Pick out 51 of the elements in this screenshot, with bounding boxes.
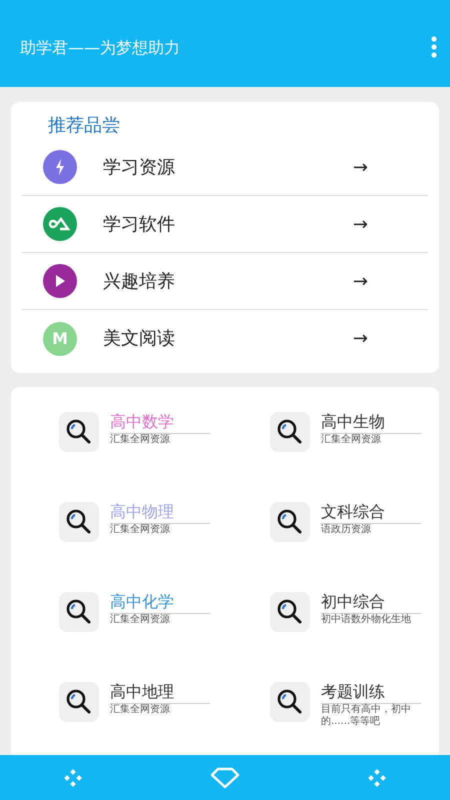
search-icon bbox=[59, 682, 99, 722]
subject-title: 初中综合 bbox=[321, 592, 421, 614]
list-item[interactable]: 学习资源 → bbox=[22, 139, 428, 196]
search-icon bbox=[270, 502, 310, 542]
diamond-dots-icon[interactable] bbox=[368, 768, 386, 786]
subject-subtitle: 汇集全网资源 bbox=[110, 704, 171, 716]
item-label: 学习软件 bbox=[103, 212, 175, 236]
menu-icon[interactable] bbox=[430, 36, 438, 58]
search-icon bbox=[270, 682, 310, 722]
letter-icon: M bbox=[43, 322, 77, 356]
section-heading: 推荐品尝 bbox=[48, 114, 121, 138]
gem-icon[interactable] bbox=[210, 766, 240, 788]
item-label: 学习资源 bbox=[103, 156, 175, 180]
subject-title: 文科综合 bbox=[321, 502, 421, 524]
subject-item[interactable]: 考题训练 目前只有高中，初中的......等等吧 bbox=[270, 682, 430, 728]
list-item[interactable]: 学习软件 → bbox=[22, 196, 428, 253]
subject-title: 高中化学 bbox=[110, 592, 210, 614]
subject-item[interactable]: 高中数学 汇集全网资源 bbox=[59, 412, 270, 452]
app-title: 助学君——为梦想助力 bbox=[20, 37, 180, 59]
search-icon bbox=[59, 502, 99, 542]
search-icon bbox=[59, 592, 99, 632]
subject-title: 高中生物 bbox=[321, 412, 421, 434]
subject-item[interactable]: 高中地理 汇集全网资源 bbox=[59, 682, 270, 722]
subject-title: 高中地理 bbox=[110, 682, 210, 704]
arrow-text: → bbox=[352, 327, 368, 351]
item-label: 美文阅读 bbox=[103, 327, 175, 351]
arrow-text: → bbox=[352, 270, 368, 294]
subject-subtitle: 初中语数外物化生地 bbox=[321, 614, 412, 626]
diamond-dots-icon[interactable] bbox=[64, 768, 82, 786]
subject-title: 高中数学 bbox=[110, 412, 210, 434]
subject-subtitle: 汇集全网资源 bbox=[110, 434, 171, 446]
search-icon bbox=[59, 412, 99, 452]
subject-subtitle: 目前只有高中，初中的......等等吧 bbox=[321, 704, 412, 728]
subject-item[interactable]: 高中生物 汇集全网资源 bbox=[270, 412, 430, 452]
list-item[interactable]: M 美文阅读 → bbox=[22, 310, 428, 367]
subject-item[interactable]: 高中物理 汇集全网资源 bbox=[59, 502, 270, 542]
subject-title: 高中物理 bbox=[110, 502, 210, 524]
arrow-text: → bbox=[352, 156, 368, 180]
subject-subtitle: 语政历资源 bbox=[321, 524, 372, 536]
subject-subtitle: 汇集全网资源 bbox=[110, 524, 171, 536]
subject-item[interactable]: 文科综合 语政历资源 bbox=[270, 502, 430, 542]
arrow-text: → bbox=[352, 212, 368, 236]
subject-subtitle: 汇集全网资源 bbox=[321, 434, 382, 446]
search-icon bbox=[270, 592, 310, 632]
subject-item[interactable]: 初中综合 初中语数外物化生地 bbox=[270, 592, 430, 632]
subject-subtitle: 汇集全网资源 bbox=[110, 614, 171, 626]
search-icon bbox=[270, 412, 310, 452]
list-item[interactable]: 兴趣培养 → bbox=[22, 253, 428, 310]
subject-item[interactable]: 高中化学 汇集全网资源 bbox=[59, 592, 270, 632]
subject-title: 考题训练 bbox=[321, 682, 421, 704]
item-label: 兴趣培养 bbox=[103, 270, 175, 294]
